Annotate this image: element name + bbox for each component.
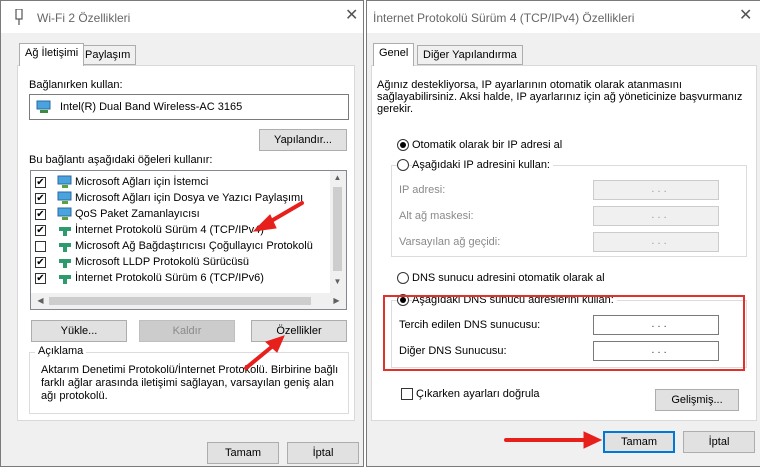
arrow-to-ipv4-item xyxy=(252,201,304,232)
arrow-to-properties-button xyxy=(244,335,285,370)
tab-general[interactable]: Genel xyxy=(373,43,415,66)
arrow-to-ok-button xyxy=(504,431,603,449)
tab-networking[interactable]: Ağ İletişimi xyxy=(19,43,85,66)
annotation-arrows xyxy=(244,201,603,449)
